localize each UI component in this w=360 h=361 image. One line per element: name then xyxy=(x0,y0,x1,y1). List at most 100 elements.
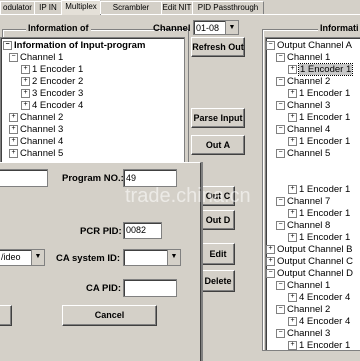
collapse-icon[interactable]: − xyxy=(276,124,285,134)
delete-button[interactable]: Delete xyxy=(201,270,235,292)
tab-edit-nit[interactable]: Edit NIT xyxy=(161,1,193,14)
ca-pid-label: CA PID: xyxy=(86,283,122,294)
output-channel-tree[interactable]: − Output Channel A − Channel 1 +1 Encoder … xyxy=(265,37,360,351)
expand-icon[interactable]: + xyxy=(9,148,18,158)
refresh-out-button[interactable]: Refresh Out xyxy=(191,37,245,57)
text-field[interactable] xyxy=(0,169,48,187)
collapse-icon[interactable]: − xyxy=(276,76,285,86)
expand-icon[interactable]: + xyxy=(9,124,18,134)
collapse-icon[interactable]: − xyxy=(276,220,285,230)
input-group-title: Information of xyxy=(26,23,91,33)
chevron-down-icon[interactable]: ▼ xyxy=(225,21,238,34)
out-a-button[interactable]: Out A xyxy=(191,135,245,155)
tree-item-encoder[interactable]: +1 Encoder 1 xyxy=(288,112,350,124)
pcr-pid-input[interactable]: 0082 xyxy=(123,222,162,239)
expand-icon[interactable]: + xyxy=(21,100,30,110)
tree-item-encoder[interactable]: +1 Encoder 1 xyxy=(288,88,350,100)
tree-item-encoder[interactable]: +1 Encoder 1 xyxy=(288,184,350,196)
collapse-icon[interactable]: − xyxy=(9,52,18,62)
expand-icon[interactable]: + xyxy=(9,112,18,122)
expand-icon[interactable]: + xyxy=(288,340,297,350)
tree-item-channel[interactable]: − Channel 4 xyxy=(276,124,330,136)
collapse-icon[interactable]: − xyxy=(266,268,275,278)
tree-item-encoder[interactable]: +1 Encoder 1 xyxy=(288,208,350,220)
tree-item-channel-3[interactable]: + Channel 3 xyxy=(9,124,63,136)
ca-system-select[interactable]: ▼ xyxy=(123,249,181,266)
tree-item-encoder[interactable]: +1 Encoder 1 xyxy=(288,340,350,350)
tree-item-channel-2[interactable]: + Channel 2 xyxy=(9,112,63,124)
tree-item-encoder[interactable]: +2 Encoder 2 xyxy=(21,76,83,88)
edit-button[interactable]: Edit xyxy=(201,243,235,265)
tree-item-encoder[interactable]: +4 Encoder 4 xyxy=(288,292,350,304)
tree-item-encoder[interactable]: +1 Encoder 1 xyxy=(21,64,83,76)
tab-multiplex[interactable]: Multiplex xyxy=(61,0,101,15)
tree-item-encoder[interactable]: +4 Encoder 4 xyxy=(288,316,350,328)
tree-item-channel[interactable]: − Channel 2 xyxy=(276,304,330,316)
tree-item-encoder[interactable]: +4 Encoder 4 xyxy=(21,100,83,112)
tree-item-channel[interactable]: − Channel 8 xyxy=(276,220,330,232)
expand-icon[interactable]: + xyxy=(21,88,30,98)
tree-item-channel[interactable]: − Channel 5 xyxy=(276,148,330,160)
chevron-down-icon[interactable]: ▼ xyxy=(167,250,180,265)
parse-input-button[interactable]: Parse Input xyxy=(191,108,245,128)
tree-item-channel[interactable]: − Channel 2 xyxy=(276,76,330,88)
collapse-icon[interactable]: − xyxy=(276,196,285,206)
cancel-button[interactable]: Cancel xyxy=(62,305,157,326)
expand-icon[interactable]: + xyxy=(288,232,297,242)
input-program-tree[interactable]: − Information of Input-program − Channel 1… xyxy=(0,37,185,165)
collapse-icon[interactable]: − xyxy=(3,40,12,50)
ca-pid-input[interactable] xyxy=(123,279,177,297)
collapse-icon[interactable]: − xyxy=(276,328,285,338)
expand-icon[interactable]: + xyxy=(288,292,297,302)
ok-button[interactable] xyxy=(0,305,12,326)
tab-scrambler[interactable]: Scrambler xyxy=(100,1,162,14)
collapse-icon[interactable]: − xyxy=(276,52,285,62)
out-d-button[interactable]: Out D xyxy=(201,210,235,230)
watermark: trade.china.cn xyxy=(125,185,251,207)
tree-item-encoder[interactable]: +1 Encoder 1 xyxy=(288,63,354,76)
tab-ip-in[interactable]: IP IN xyxy=(34,1,62,14)
collapse-icon[interactable]: − xyxy=(276,100,285,110)
tree-item-output-c[interactable]: + Output Channel C xyxy=(266,256,353,268)
expand-icon[interactable]: + xyxy=(9,136,18,146)
collapse-icon[interactable]: − xyxy=(276,304,285,314)
tree-item-channel-4[interactable]: + Channel 4 xyxy=(9,136,63,148)
expand-icon[interactable]: + xyxy=(266,244,275,254)
expand-icon[interactable]: + xyxy=(288,88,297,98)
tree-item-output-b[interactable]: + Output Channel B xyxy=(266,244,353,256)
tree-item-encoder[interactable]: +3 Encoder 3 xyxy=(21,88,83,100)
tab-pid-passthrough[interactable]: PID Passthrough xyxy=(192,1,264,14)
type-select-value: /ideo xyxy=(1,252,21,262)
expand-icon[interactable]: + xyxy=(288,316,297,326)
tree-item-channel-5[interactable]: + Channel 5 xyxy=(9,148,63,160)
tree-item-encoder[interactable]: +1 Encoder 1 xyxy=(288,232,350,244)
output-group-title: Informati xyxy=(318,23,360,33)
tree-item-output-d[interactable]: − Output Channel D xyxy=(266,268,353,280)
channel-select[interactable]: 01-08 ▼ xyxy=(193,20,239,35)
program-no-label: Program NO.: xyxy=(62,173,124,184)
tree-item-output-a[interactable]: − Output Channel A xyxy=(266,40,352,52)
expand-icon[interactable]: + xyxy=(288,208,297,218)
expand-icon[interactable]: + xyxy=(288,112,297,122)
expand-icon[interactable]: + xyxy=(21,76,30,86)
tree-item-encoder[interactable]: +1 Encoder 1 xyxy=(288,136,350,148)
collapse-icon[interactable]: − xyxy=(276,148,285,158)
expand-icon[interactable]: + xyxy=(288,184,297,194)
expand-icon[interactable]: + xyxy=(266,256,275,266)
tree-item-channel-1[interactable]: − Channel 1 xyxy=(9,52,63,64)
tree-root[interactable]: − Information of Input-program xyxy=(3,40,145,52)
collapse-icon[interactable]: − xyxy=(266,40,275,50)
chevron-down-icon[interactable]: ▼ xyxy=(31,250,44,265)
tree-item-channel[interactable]: − Channel 3 xyxy=(276,100,330,112)
type-select[interactable]: /ideo ▼ xyxy=(0,249,45,266)
tree-item-channel[interactable]: − Channel 3 xyxy=(276,328,330,340)
tab-modulator[interactable]: odulator xyxy=(0,1,35,14)
tree-item-channel[interactable]: − Channel 1 xyxy=(276,280,330,292)
expand-icon[interactable]: + xyxy=(288,136,297,146)
collapse-icon[interactable]: − xyxy=(276,280,285,290)
channel-label: Channel xyxy=(153,23,191,34)
expand-icon[interactable]: + xyxy=(21,64,30,74)
expand-icon[interactable]: + xyxy=(288,64,297,74)
tree-item-channel[interactable]: − Channel 1 xyxy=(276,52,330,64)
tree-item-channel[interactable]: − Channel 7 xyxy=(276,196,330,208)
